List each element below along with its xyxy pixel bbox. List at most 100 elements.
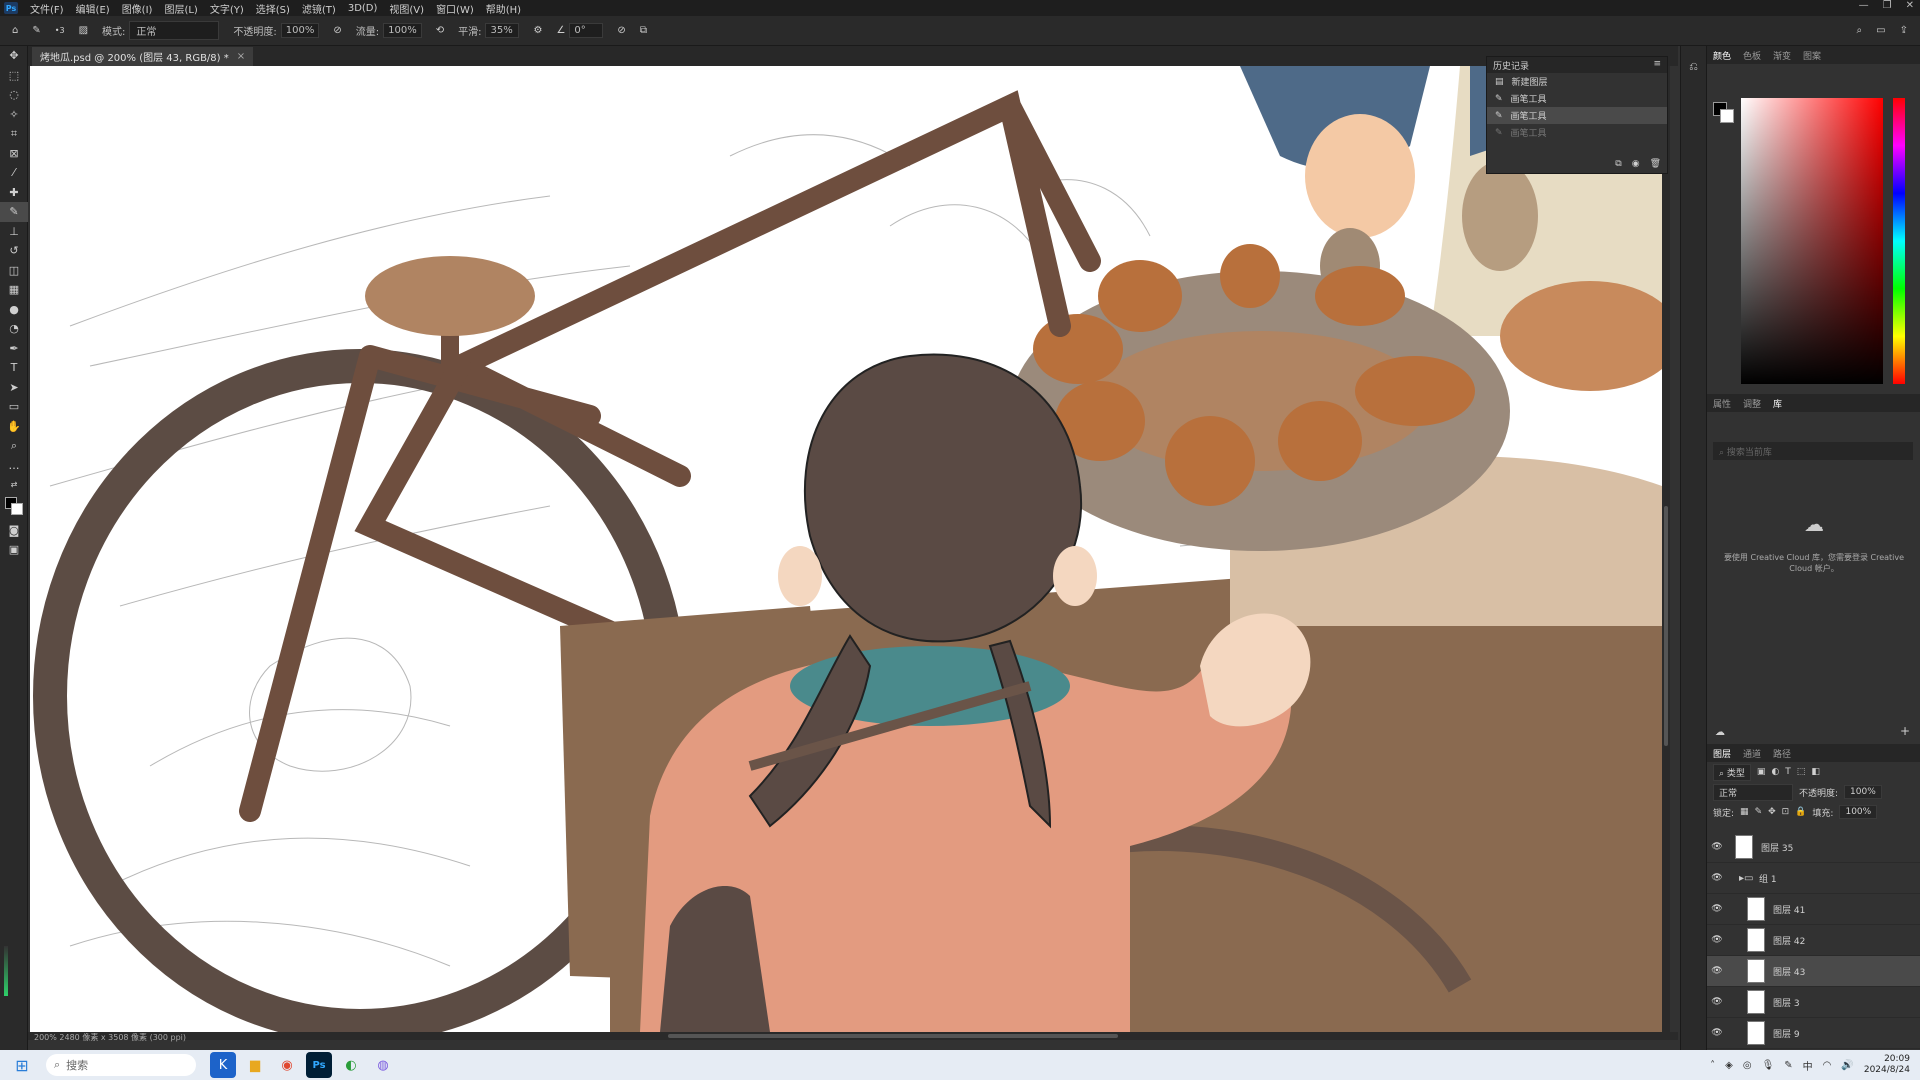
- canvas[interactable]: [30, 66, 1662, 1032]
- dodge-tool-icon[interactable]: ◔: [0, 319, 28, 339]
- search-icon[interactable]: ⌕: [1857, 25, 1863, 36]
- add-icon[interactable]: +: [1900, 724, 1910, 738]
- lock-artboard-icon[interactable]: ⊡: [1782, 807, 1790, 817]
- layer-row[interactable]: 👁 图层 9: [1707, 1018, 1920, 1049]
- layer-group-row[interactable]: 👁 ▸▭ 组 1: [1707, 863, 1920, 894]
- blend-mode-select[interactable]: 正常: [1713, 783, 1793, 801]
- opacity-input[interactable]: 100%: [280, 23, 320, 38]
- menu-view[interactable]: 视图(V): [383, 1, 430, 16]
- menu-window[interactable]: 窗口(W): [430, 1, 480, 16]
- pressure-size-icon[interactable]: ⊘: [617, 25, 625, 36]
- history-panel-icon[interactable]: ⎌: [1686, 60, 1702, 76]
- volume-icon[interactable]: 🔊: [1841, 1060, 1853, 1071]
- clock[interactable]: 20:09 2024/8/24: [1864, 1054, 1910, 1076]
- history-item[interactable]: ✎ 画笔工具: [1487, 107, 1667, 124]
- gear-icon[interactable]: ⚙: [533, 25, 542, 36]
- photoshop-taskbar-icon[interactable]: Ps: [306, 1052, 332, 1078]
- layer-row-selected[interactable]: 👁 图层 43: [1707, 956, 1920, 987]
- lock-transparency-icon[interactable]: ▦: [1740, 807, 1749, 817]
- vertical-scroll-thumb[interactable]: [1664, 506, 1668, 746]
- eraser-tool-icon[interactable]: ◫: [0, 261, 28, 281]
- fg-bg-swatch[interactable]: [1713, 102, 1735, 124]
- lock-all-icon[interactable]: 🔒: [1795, 807, 1806, 817]
- restore-icon[interactable]: ❐: [1883, 0, 1892, 11]
- app-icon-purple[interactable]: ◍: [370, 1052, 396, 1078]
- zoom-tool-icon[interactable]: ⌕: [0, 436, 28, 456]
- crop-tool-icon[interactable]: ⌗: [0, 124, 28, 144]
- tab-properties[interactable]: 属性: [1713, 397, 1731, 410]
- app-icon-k[interactable]: K: [210, 1052, 236, 1078]
- eye-icon[interactable]: 👁: [1707, 1028, 1727, 1038]
- windows-start-icon[interactable]: ⊞: [10, 1053, 34, 1077]
- move-tool-icon[interactable]: ✥: [0, 46, 28, 66]
- library-search-input[interactable]: ⌕ 搜索当前库: [1713, 442, 1913, 460]
- history-item[interactable]: ✎ 画笔工具: [1487, 90, 1667, 107]
- tab-layers[interactable]: 图层: [1713, 747, 1731, 760]
- tab-swatches[interactable]: 色板: [1743, 49, 1761, 62]
- tab-libraries[interactable]: 库: [1773, 397, 1782, 410]
- filter-smart-object-icon[interactable]: ◧: [1811, 767, 1820, 777]
- tab-color[interactable]: 颜色: [1713, 49, 1731, 62]
- layer-filter-select[interactable]: ⌕ 类型: [1713, 763, 1751, 781]
- angle-input[interactable]: 0°: [569, 23, 604, 38]
- hue-slider[interactable]: [1893, 98, 1905, 384]
- brush-preset-picker[interactable]: • 3: [55, 26, 65, 35]
- fill-input[interactable]: 100%: [1839, 805, 1878, 819]
- swap-colors-icon[interactable]: ⇄: [0, 475, 28, 495]
- file-explorer-icon[interactable]: ▆: [242, 1052, 268, 1078]
- type-tool-icon[interactable]: T: [0, 358, 28, 378]
- tab-adjustments[interactable]: 调整: [1743, 397, 1761, 410]
- menu-3d[interactable]: 3D(D): [342, 3, 384, 14]
- horizontal-scroll-thumb[interactable]: [668, 1034, 1118, 1038]
- brush-settings-icon[interactable]: ▨: [79, 25, 88, 36]
- history-item[interactable]: ▤ 新建图层: [1487, 73, 1667, 90]
- filter-shape-icon[interactable]: ⬚: [1797, 767, 1806, 777]
- mode-select[interactable]: 正常: [129, 21, 220, 40]
- ime-icon[interactable]: 中: [1803, 1058, 1813, 1073]
- share-icon[interactable]: ⇪: [1900, 25, 1908, 36]
- frame-tool-icon[interactable]: ⊠: [0, 144, 28, 164]
- layer-row[interactable]: 👁 图层 42: [1707, 925, 1920, 956]
- close-icon[interactable]: ✕: [1906, 0, 1914, 11]
- history-item[interactable]: ✎ 画笔工具: [1487, 124, 1667, 141]
- pressure-opacity-icon[interactable]: ⊘: [333, 25, 341, 36]
- taskbar-search-input[interactable]: ⌕ 搜索: [46, 1054, 196, 1076]
- background-color[interactable]: [11, 502, 23, 515]
- menu-image[interactable]: 图像(I): [116, 1, 159, 16]
- brush-tool-icon[interactable]: ✎: [0, 202, 28, 222]
- home-icon[interactable]: ⌂: [12, 25, 18, 36]
- blur-tool-icon[interactable]: ●: [0, 300, 28, 320]
- wifi-icon[interactable]: ◠: [1823, 1060, 1832, 1071]
- rectangle-tool-icon[interactable]: ▭: [0, 397, 28, 417]
- tray-app-icon[interactable]: ◈: [1725, 1060, 1733, 1071]
- background-swatch[interactable]: [1720, 109, 1734, 123]
- document-tab[interactable]: 烤地瓜.psd @ 200% (图层 43, RGB/8) * ×: [32, 47, 254, 66]
- app-icon-green[interactable]: ◐: [338, 1052, 364, 1078]
- more-tools-icon[interactable]: …: [0, 456, 28, 476]
- menu-help[interactable]: 帮助(H): [480, 1, 527, 16]
- gradient-tool-icon[interactable]: ▦: [0, 280, 28, 300]
- folder-icon[interactable]: ▸▭: [1739, 873, 1753, 884]
- lasso-tool-icon[interactable]: ◌: [0, 85, 28, 105]
- vertical-scrollbar[interactable]: [1662, 66, 1670, 1032]
- menu-edit[interactable]: 编辑(E): [70, 1, 116, 16]
- tab-channels[interactable]: 通道: [1743, 747, 1761, 760]
- healing-brush-tool-icon[interactable]: ✚: [0, 183, 28, 203]
- microphone-icon[interactable]: 🎙: [1762, 1060, 1775, 1071]
- symmetry-icon[interactable]: ⧉: [640, 25, 647, 36]
- lock-pixels-icon[interactable]: ✎: [1755, 807, 1763, 817]
- magic-wand-tool-icon[interactable]: ✧: [0, 105, 28, 125]
- eye-icon[interactable]: 👁: [1707, 997, 1727, 1007]
- layer-opacity-input[interactable]: 100%: [1844, 785, 1882, 799]
- pen-icon[interactable]: ✎: [1784, 1060, 1792, 1071]
- pen-tool-icon[interactable]: ✒: [0, 339, 28, 359]
- menu-select[interactable]: 选择(S): [250, 1, 296, 16]
- hand-tool-icon[interactable]: ✋: [0, 417, 28, 437]
- eye-icon[interactable]: 👁: [1707, 935, 1727, 945]
- chevron-up-icon[interactable]: ˄: [1710, 1060, 1715, 1071]
- marquee-tool-icon[interactable]: ⬚: [0, 66, 28, 86]
- brush-tool-icon[interactable]: ✎: [32, 25, 40, 36]
- eye-icon[interactable]: 👁: [1707, 904, 1727, 914]
- color-field[interactable]: [1741, 98, 1883, 384]
- tab-patterns[interactable]: 图案: [1803, 49, 1821, 62]
